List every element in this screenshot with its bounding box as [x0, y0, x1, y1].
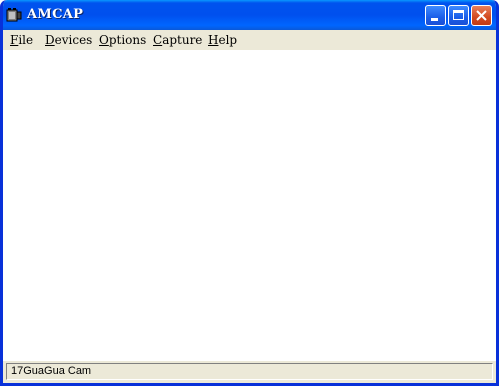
title-bar[interactable]: AMCAP — [3, 0, 496, 30]
close-button[interactable] — [471, 5, 492, 26]
menu-capture[interactable]: Capture — [153, 33, 202, 47]
amcap-window: AMCAP File Devices Options Capture Help … — [0, 0, 499, 386]
menu-file[interactable]: File — [10, 33, 33, 47]
camera-film-icon[interactable] — [6, 7, 22, 23]
status-bar: 17GuaGua Cam — [3, 361, 496, 383]
menu-help[interactable]: Help — [208, 33, 237, 47]
status-device-text: 17GuaGua Cam — [6, 363, 493, 380]
preview-area[interactable] — [3, 50, 496, 361]
menu-bar: File Devices Options Capture Help — [3, 30, 496, 50]
menu-devices[interactable]: Devices — [45, 33, 92, 47]
minimize-icon — [431, 18, 438, 21]
window-title: AMCAP — [27, 7, 84, 22]
maximize-button[interactable] — [448, 5, 469, 26]
minimize-button[interactable] — [425, 5, 446, 26]
menu-options[interactable]: Options — [99, 33, 146, 47]
close-icon — [476, 10, 487, 21]
maximize-icon — [453, 10, 464, 20]
